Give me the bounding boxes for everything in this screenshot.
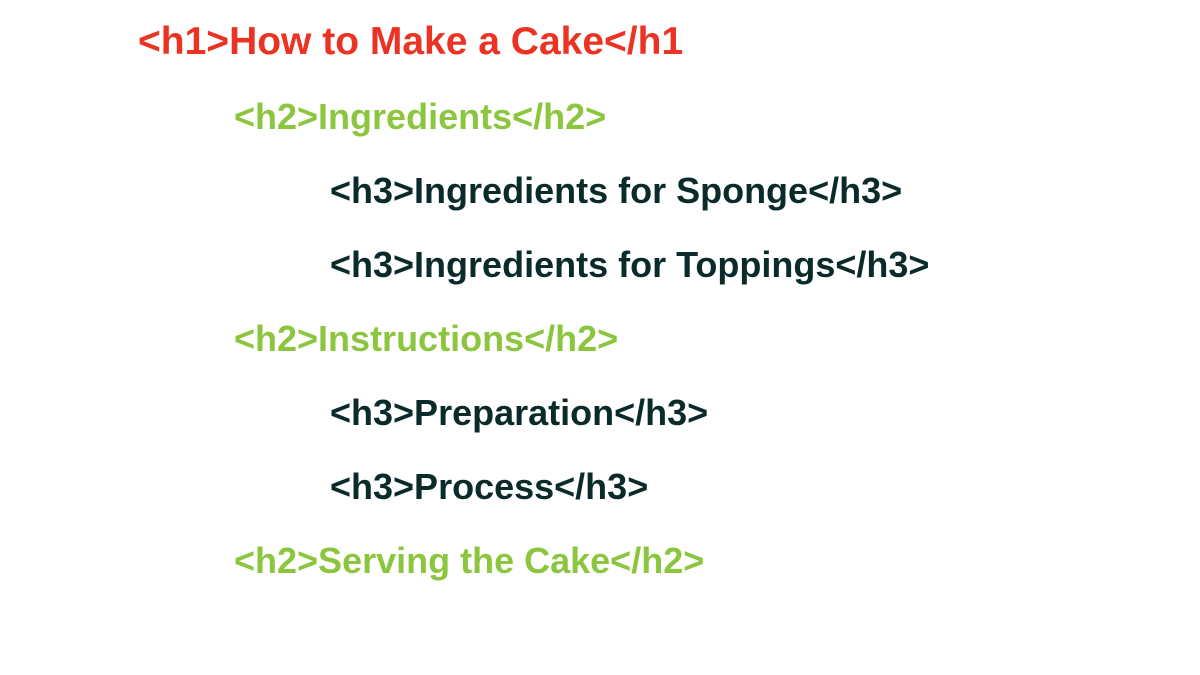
heading-level-3-ingredients-sponge: <h3>Ingredients for Sponge</h3> [330, 173, 1200, 209]
heading-level-3-preparation: <h3>Preparation</h3> [330, 395, 1200, 431]
heading-level-3-process: <h3>Process</h3> [330, 469, 1200, 505]
heading-level-1-example: <h1>How to Make a Cake</h1 [138, 22, 1200, 61]
heading-level-3-ingredients-toppings: <h3>Ingredients for Toppings</h3> [330, 247, 1200, 283]
heading-level-2-serving: <h2>Serving the Cake</h2> [234, 543, 1200, 579]
heading-level-2-ingredients: <h2>Ingredients</h2> [234, 99, 1200, 135]
heading-level-2-instructions: <h2>Instructions</h2> [234, 321, 1200, 357]
